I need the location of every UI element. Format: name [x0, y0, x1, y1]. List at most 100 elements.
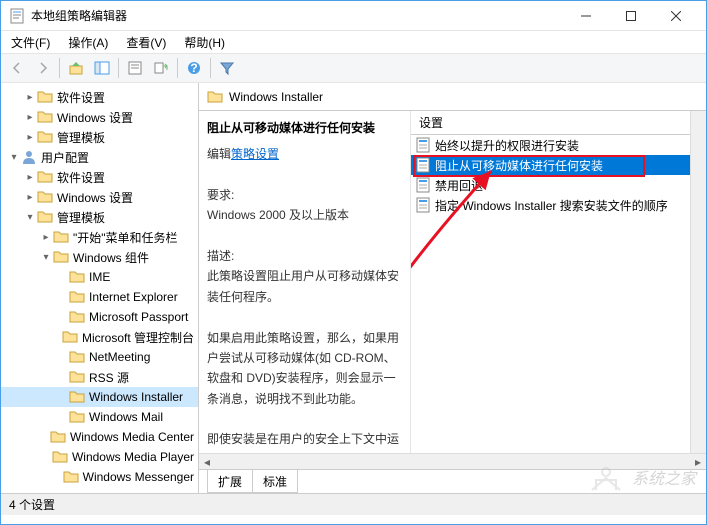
tree-item-label: 用户配置	[41, 149, 89, 166]
tree-item[interactable]: Windows Media Center	[1, 427, 198, 447]
folder-icon	[37, 169, 53, 185]
folder-icon	[69, 409, 85, 425]
breadcrumb-label: Windows Installer	[229, 90, 323, 104]
tree-item[interactable]: Microsoft 管理控制台	[1, 327, 198, 347]
tree-item-label: Windows 设置	[57, 189, 133, 206]
settings-column-header[interactable]: 设置	[411, 111, 706, 135]
window-title: 本地组策略编辑器	[31, 7, 563, 24]
maximize-button[interactable]	[608, 1, 653, 30]
tree-item[interactable]: ▸"开始"菜单和任务栏	[1, 227, 198, 247]
edit-policy-link[interactable]: 策略设置	[231, 147, 279, 161]
selected-policy-title: 阻止从可移动媒体进行任何安装	[207, 119, 402, 136]
help-button[interactable]: ?	[182, 56, 206, 80]
list-item-label: 指定 Windows Installer 搜索安装文件的顺序	[435, 197, 668, 214]
tree-item[interactable]: ▸软件设置	[1, 167, 198, 187]
horizontal-scrollbar[interactable]: ◂ ▸	[199, 453, 706, 469]
settings-list-panel: 设置 始终以提升的权限进行安装阻止从可移动媒体进行任何安装禁用回退指定 Wind…	[411, 111, 706, 453]
tree-toggle-icon[interactable]: ▸	[23, 192, 37, 203]
tree-item[interactable]: ▸ Windows 设置	[1, 107, 198, 127]
tree-item-label: Microsoft Passport	[89, 310, 188, 324]
folder-icon	[52, 449, 68, 465]
status-text: 4 个设置	[9, 496, 55, 513]
filter-button[interactable]	[215, 56, 239, 80]
scroll-right-button[interactable]: ▸	[690, 454, 706, 470]
tree-item[interactable]: Windows Mail	[1, 407, 198, 427]
tree-item[interactable]: Windows Media Player	[1, 447, 198, 467]
list-item[interactable]: 禁用回退	[411, 175, 706, 195]
folder-icon	[63, 469, 79, 485]
vertical-scrollbar[interactable]	[690, 111, 706, 453]
req-label: 要求:	[207, 188, 234, 202]
tree-panel[interactable]: ▸软件设置▸Windows 设置▸管理模板▾用户配置▸软件设置▸Windows …	[1, 83, 199, 493]
folder-icon	[53, 229, 69, 245]
tree-item[interactable]: NetMeeting	[1, 347, 198, 367]
tree-item[interactable]: Internet Explorer	[1, 287, 198, 307]
tab-standard[interactable]: 标准	[252, 470, 298, 493]
menu-help[interactable]: 帮助(H)	[178, 32, 231, 53]
edit-prefix: 编辑	[207, 147, 231, 161]
menu-view[interactable]: 查看(V)	[120, 32, 172, 53]
tree-item-label: 管理模板	[57, 209, 105, 226]
folder-icon	[62, 329, 78, 345]
policy-icon	[415, 197, 431, 213]
tree-toggle-icon[interactable]: ▾	[7, 152, 21, 163]
forward-button	[31, 56, 55, 80]
tree-toggle-icon[interactable]: ▸	[39, 232, 53, 243]
app-icon	[9, 8, 25, 24]
tree-item[interactable]: ▾ 管理模板	[1, 207, 198, 227]
list-item[interactable]: 指定 Windows Installer 搜索安装文件的顺序	[411, 195, 706, 215]
folder-icon	[37, 189, 53, 205]
tree-item-label: Internet Explorer	[89, 290, 178, 304]
show-hide-tree-button[interactable]	[90, 56, 114, 80]
close-button[interactable]	[653, 1, 698, 30]
menu-action[interactable]: 操作(A)	[62, 32, 114, 53]
list-item[interactable]: 阻止从可移动媒体进行任何安装	[411, 155, 706, 175]
tree-item-label: Microsoft 管理控制台	[82, 329, 194, 346]
tree-item[interactable]: ▸ Windows 设置	[1, 187, 198, 207]
up-button[interactable]	[64, 56, 88, 80]
menu-bar: 文件(F) 操作(A) 查看(V) 帮助(H)	[1, 31, 706, 53]
tree-item[interactable]: Windows Messenger	[1, 467, 198, 487]
tree-item-label: RSS 源	[89, 369, 129, 386]
tree-toggle-icon[interactable]: ▸	[23, 92, 37, 103]
tree-item[interactable]: IME	[1, 267, 198, 287]
list-item-label: 始终以提升的权限进行安装	[435, 137, 579, 154]
tree-toggle-icon[interactable]: ▾	[39, 252, 53, 263]
folder-icon	[69, 369, 85, 385]
folder-icon	[69, 389, 85, 405]
desc-p2: 如果启用此策略设置，那么，如果用户尝试从可移动媒体(如 CD-ROM、软盘和 D…	[207, 331, 399, 406]
scroll-left-button[interactable]: ◂	[199, 454, 215, 470]
folder-icon	[69, 269, 85, 285]
properties-button[interactable]	[123, 56, 147, 80]
tree-toggle-icon[interactable]: ▾	[23, 212, 37, 223]
tree-item-label: Windows 设置	[57, 109, 133, 126]
list-item-label: 阻止从可移动媒体进行任何安装	[435, 157, 603, 174]
tab-extended[interactable]: 扩展	[207, 470, 253, 493]
folder-icon	[37, 129, 53, 145]
policy-icon	[415, 157, 431, 173]
menu-file[interactable]: 文件(F)	[5, 32, 56, 53]
folder-icon	[69, 349, 85, 365]
tree-item[interactable]: ▾ 用户配置	[1, 147, 198, 167]
tree-item[interactable]: Windows Installer	[1, 387, 198, 407]
minimize-button[interactable]	[563, 1, 608, 30]
tree-toggle-icon[interactable]: ▸	[23, 112, 37, 123]
tree-item[interactable]: ▸软件设置	[1, 87, 198, 107]
desc-p3: 即使安装是在用户的安全上下文中运行的，此策略设置依旧适用。	[207, 432, 399, 453]
folder-icon	[37, 89, 53, 105]
tree-item[interactable]: ▸管理模板	[1, 127, 198, 147]
tree-item[interactable]: RSS 源	[1, 367, 198, 387]
tree-item-label: Windows 组件	[73, 249, 149, 266]
tree-toggle-icon[interactable]: ▸	[23, 132, 37, 143]
tree-item[interactable]: ▾ Windows 组件	[1, 247, 198, 267]
back-button	[5, 56, 29, 80]
list-item-label: 禁用回退	[435, 177, 483, 194]
policy-icon	[415, 177, 431, 193]
user-icon	[21, 149, 37, 165]
tree-item[interactable]: Microsoft Passport	[1, 307, 198, 327]
export-button[interactable]	[149, 56, 173, 80]
folder-icon	[37, 109, 53, 125]
tree-item-label: Windows Installer	[89, 390, 183, 404]
list-item[interactable]: 始终以提升的权限进行安装	[411, 135, 706, 155]
tree-toggle-icon[interactable]: ▸	[23, 172, 37, 183]
